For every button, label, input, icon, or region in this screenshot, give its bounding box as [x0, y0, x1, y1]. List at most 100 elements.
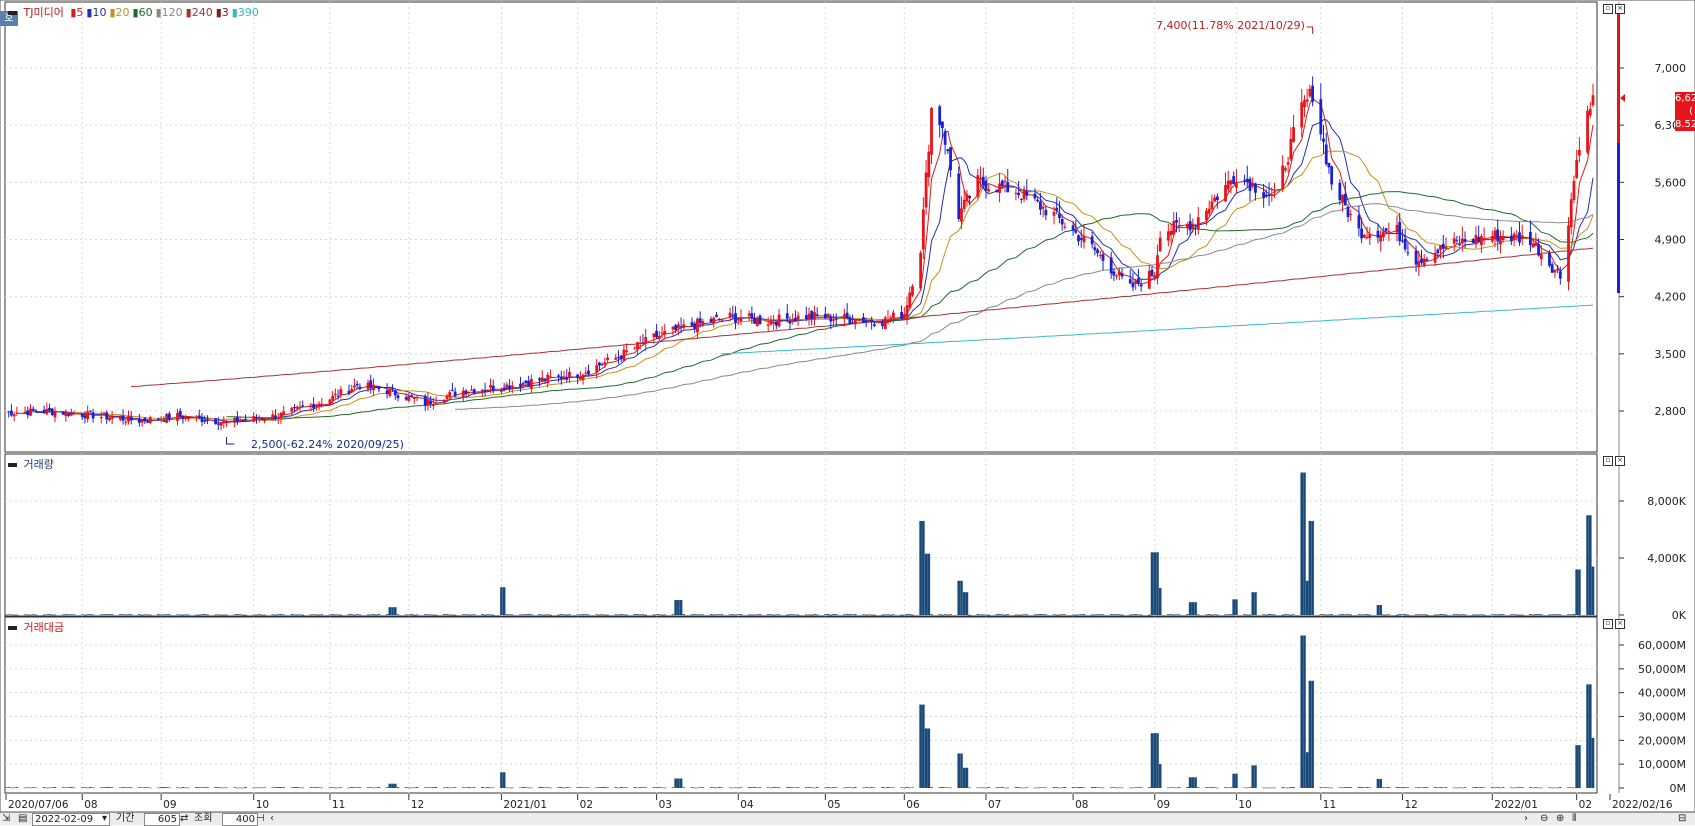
candle-body — [832, 319, 835, 321]
maximize-icon[interactable]: ▫ — [1603, 619, 1613, 629]
amount-bar — [1422, 787, 1426, 788]
amount-bar — [905, 787, 909, 788]
amount-bar — [562, 787, 566, 789]
zoom-out-icon[interactable]: ⊖ — [1540, 813, 1548, 824]
x-tick-label: 03 — [659, 799, 672, 811]
volume-bar — [834, 614, 838, 615]
volume-bar — [1376, 605, 1380, 615]
candle-body — [1153, 275, 1157, 279]
close-icon[interactable]: × — [1615, 4, 1625, 14]
amount-bar — [848, 787, 852, 788]
volume-bar — [1251, 592, 1255, 615]
tool-icon[interactable]: ⇲ — [2, 813, 10, 824]
ma-legend-item[interactable]: ▮60 — [133, 6, 153, 19]
candle-body — [772, 322, 776, 324]
maximize-icon[interactable]: ▫ — [1603, 4, 1613, 14]
ma-legend-item[interactable]: ▮240 — [186, 6, 213, 19]
volume-bar — [312, 614, 315, 615]
amount-bar — [595, 787, 599, 788]
ma-legend-item[interactable]: ▮3 — [216, 6, 229, 19]
volume-bar — [1014, 614, 1018, 616]
amount-bar — [1147, 787, 1151, 788]
candle-body — [1327, 163, 1331, 168]
query-button[interactable]: 조회 — [194, 813, 212, 824]
candle-body — [701, 321, 705, 326]
candle-body — [1175, 219, 1178, 223]
candle-body — [252, 416, 256, 422]
chevron-down-icon[interactable]: ▾ — [102, 813, 107, 824]
maximize-icon[interactable]: ▫ — [1603, 456, 1613, 466]
volume-bar — [813, 614, 816, 615]
volume-bar — [671, 614, 675, 615]
candle-body — [755, 318, 759, 327]
window-icon[interactable]: ⊟ — [1678, 813, 1686, 824]
zoom-in-icon[interactable]: ⊕ — [1556, 813, 1564, 824]
amount-bar — [1327, 787, 1331, 789]
volume-bar — [712, 614, 716, 616]
volume-bar — [883, 614, 887, 616]
period-field[interactable]: 605 — [144, 813, 180, 826]
period-label: 기간 — [116, 813, 135, 824]
amount-bar — [42, 787, 46, 788]
amount-bar — [1569, 787, 1573, 788]
query-icon[interactable]: ⇄ — [180, 813, 188, 824]
candle-body — [431, 404, 435, 406]
candle-body — [1395, 225, 1399, 233]
bars-icon[interactable]: ⦀ — [1572, 813, 1576, 824]
amount-bar — [1224, 787, 1227, 788]
calendar-icon[interactable]: ▤ — [18, 813, 27, 824]
amount-bar — [606, 787, 609, 789]
volume-bar — [508, 614, 511, 615]
amount-bar — [1439, 787, 1442, 788]
candle-body — [1039, 201, 1042, 210]
ma-legend-item[interactable]: ▮390 — [232, 6, 259, 19]
volume-bar — [794, 614, 797, 616]
amount-bar — [271, 787, 275, 788]
amount-bar — [1273, 787, 1276, 789]
volume-bar — [881, 614, 884, 616]
volume-bar — [1147, 614, 1151, 616]
amount-tick-label: 10,000M — [1638, 758, 1686, 771]
scroll-left-icon[interactable]: ‹ — [270, 813, 274, 824]
amount-bar — [214, 787, 217, 788]
ma-legend-item[interactable]: ▮10 — [86, 6, 106, 19]
date-field[interactable]: 2022-02-09 — [32, 813, 110, 826]
candle-body — [472, 389, 476, 394]
ma-legend-item[interactable]: ▮5 — [70, 6, 83, 19]
amount-bar — [1098, 787, 1102, 789]
ma-legend-item[interactable]: ▮20 — [109, 6, 129, 19]
amount-bar — [636, 787, 639, 789]
candle-body — [911, 286, 914, 296]
amount-bar — [674, 778, 677, 788]
candle-body — [883, 317, 887, 330]
amount-bar — [736, 787, 740, 789]
candle-body — [1482, 238, 1486, 240]
volume-bar — [854, 614, 857, 615]
candle-body — [576, 374, 580, 379]
amount-bar — [769, 787, 773, 789]
close-icon[interactable]: × — [1615, 619, 1625, 629]
stepper-icon[interactable]: ⊣ — [256, 813, 265, 824]
candle-body — [214, 418, 218, 425]
amount-bar — [1520, 787, 1524, 788]
volume-bar — [34, 614, 38, 616]
volume-bar — [7, 614, 11, 616]
volume-bar — [238, 614, 242, 615]
ma-legend-item[interactable]: ▮120 — [156, 6, 183, 19]
volume-bar — [15, 614, 19, 616]
volume-bar — [407, 614, 411, 616]
candle-body — [709, 319, 713, 323]
count-field[interactable]: 400 — [222, 813, 258, 826]
amount-bar — [943, 787, 947, 788]
amount-bar — [1319, 787, 1323, 788]
volume-bar — [938, 614, 941, 615]
candle-body — [244, 418, 247, 421]
candle-body — [1311, 85, 1315, 102]
amount-pane-buttons: ▫ × — [1603, 619, 1625, 629]
volume-bar — [358, 614, 362, 616]
candle-body — [1548, 252, 1551, 266]
close-icon[interactable]: × — [1615, 456, 1625, 466]
candle-body — [690, 322, 694, 326]
volume-bar — [1420, 614, 1423, 616]
scroll-right-icon[interactable]: › — [1524, 813, 1528, 824]
